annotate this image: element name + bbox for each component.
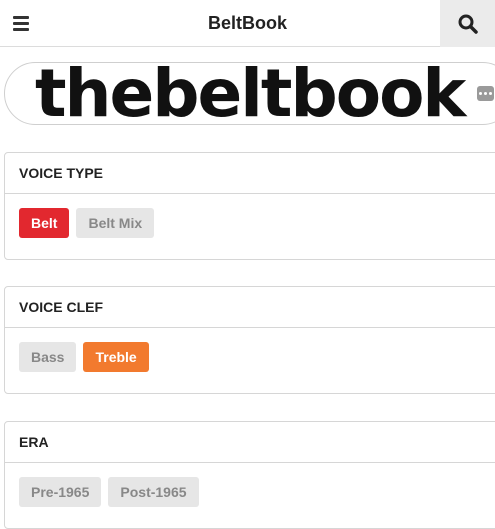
- filter-heading: ERA: [5, 422, 495, 463]
- filter-card-voice-clef: VOICE CLEF Bass Treble: [4, 286, 495, 394]
- filter-heading: VOICE TYPE: [5, 153, 495, 194]
- filter-heading: VOICE CLEF: [5, 287, 495, 328]
- filter-chip-bass[interactable]: Bass: [19, 342, 77, 372]
- top-bar: BeltBook: [0, 0, 495, 47]
- filter-chip-post-1965[interactable]: Post-1965: [108, 477, 199, 507]
- filter-options: Bass Treble: [5, 328, 495, 386]
- filter-options: Belt Belt Mix: [5, 194, 495, 252]
- filter-chip-belt[interactable]: Belt: [19, 208, 70, 238]
- filter-card-voice-type: VOICE TYPE Belt Belt Mix: [4, 152, 495, 260]
- logo-wordmark: thebeltbook: [35, 62, 466, 125]
- more-dots-icon[interactable]: [477, 86, 494, 101]
- logo-banner[interactable]: thebeltbook: [4, 62, 495, 125]
- filter-card-era: ERA Pre-1965 Post-1965: [4, 421, 495, 529]
- filter-chip-belt-mix[interactable]: Belt Mix: [76, 208, 155, 238]
- filter-chip-pre-1965[interactable]: Pre-1965: [19, 477, 102, 507]
- filter-options: Pre-1965 Post-1965: [5, 463, 495, 521]
- search-icon: [458, 14, 478, 34]
- app-title: BeltBook: [207, 13, 287, 33]
- filter-chip-treble[interactable]: Treble: [83, 342, 149, 372]
- search-button[interactable]: [440, 0, 495, 47]
